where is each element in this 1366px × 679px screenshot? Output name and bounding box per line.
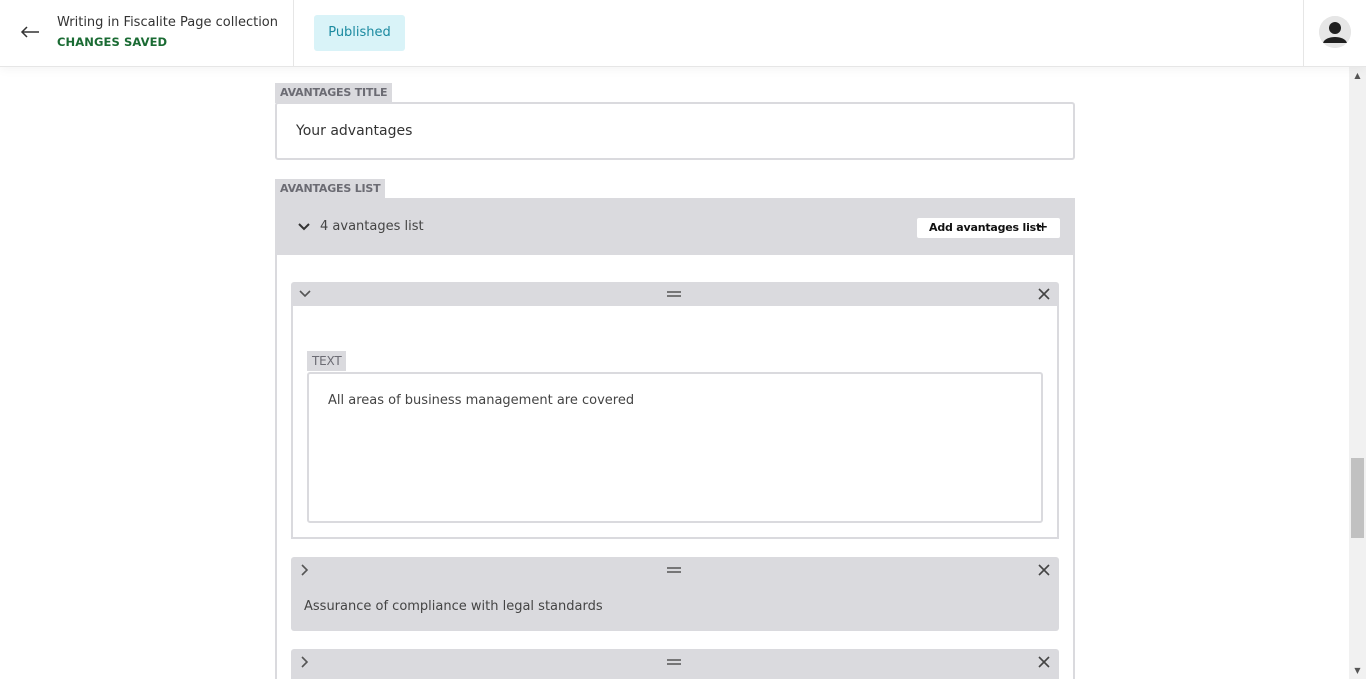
close-icon[interactable] (1036, 562, 1052, 578)
scroll-up-arrow-icon[interactable]: ▲ (1349, 67, 1366, 84)
close-icon[interactable] (1036, 654, 1052, 670)
plus-icon: + (1037, 220, 1048, 235)
back-arrow-icon[interactable] (18, 22, 42, 46)
chevron-down-icon[interactable] (297, 286, 313, 302)
chevron-right-icon[interactable] (297, 654, 313, 670)
list-item-text: Assurance of compliance with legal stand… (304, 599, 603, 614)
collapse-list-chevron-down-icon[interactable] (297, 219, 311, 233)
drag-handle-icon[interactable] (666, 286, 682, 302)
chevron-right-icon[interactable] (297, 562, 313, 578)
save-status: CHANGES SAVED (57, 35, 168, 49)
published-status-button[interactable]: Published (314, 15, 405, 51)
list-count: 4 avantages list (320, 219, 424, 234)
user-avatar-icon[interactable] (1319, 16, 1351, 48)
header-divider (293, 0, 294, 67)
document-title: Writing in Fiscalite Page collection (57, 15, 278, 30)
arrow-left-icon (20, 26, 39, 38)
advantages-title-label: AVANTAGES TITLE (275, 83, 393, 103)
header-divider (1303, 0, 1304, 67)
scrollbar-thumb[interactable] (1351, 458, 1364, 538)
person-icon (1319, 16, 1351, 48)
text-field-label: TEXT (307, 351, 347, 371)
drag-handle-icon[interactable] (666, 654, 682, 670)
top-header: Writing in Fiscalite Page collection CHA… (0, 0, 1366, 67)
scroll-down-arrow-icon[interactable]: ▼ (1349, 662, 1366, 679)
advantages-list-label: AVANTAGES LIST (275, 179, 386, 199)
drag-handle-icon[interactable] (666, 562, 682, 578)
add-avantages-list-button[interactable]: Add avantages list + (917, 218, 1060, 238)
advantages-title-input[interactable]: Your advantages (275, 102, 1075, 160)
vertical-scrollbar[interactable]: ▲ ▼ (1349, 67, 1366, 679)
add-button-label: Add avantages list (929, 221, 1042, 234)
close-icon[interactable] (1036, 286, 1052, 302)
item-text-area[interactable]: All areas of business management are cov… (307, 372, 1043, 523)
title-block: Writing in Fiscalite Page collection CHA… (57, 15, 278, 49)
